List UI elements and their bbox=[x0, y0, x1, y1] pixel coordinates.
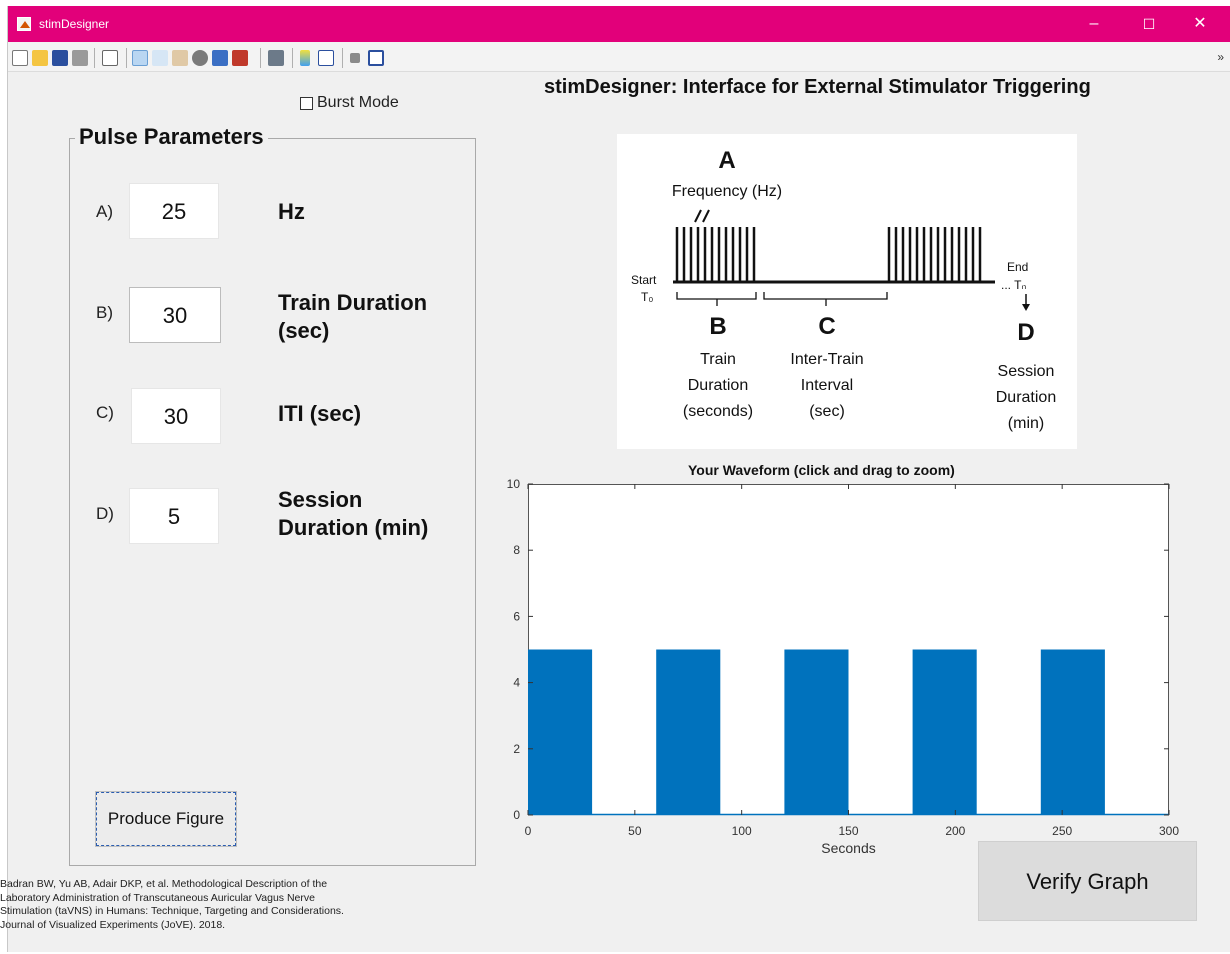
x-tick-label: 0 bbox=[525, 824, 532, 838]
citation-text: Badran BW, Yu AB, Adair DKP, et al. Meth… bbox=[0, 878, 410, 932]
diagram-t0-label: T₀ bbox=[641, 290, 653, 304]
figure-toolbar: » bbox=[8, 42, 1230, 72]
diagram-label-a: A bbox=[718, 147, 735, 174]
train-duration-label-line2: (sec) bbox=[278, 318, 330, 343]
diagram-b-text: (seconds) bbox=[683, 403, 753, 420]
y-tick-label: 4 bbox=[513, 676, 520, 690]
citation-line: Stimulation (taVNS) in Humans: Technique… bbox=[0, 905, 344, 917]
diagram-label-d: D bbox=[1017, 319, 1034, 346]
burst-mode-checkbox[interactable]: Burst Mode bbox=[300, 94, 399, 112]
train-duration-input[interactable]: 30 bbox=[129, 287, 221, 343]
x-tick-label: 100 bbox=[732, 824, 752, 838]
session-duration-label-line1: Session bbox=[278, 487, 363, 512]
waveform-pulse-block-5 bbox=[1040, 649, 1105, 815]
session-duration-label-line2: Duration (min) bbox=[278, 515, 429, 540]
matlab-icon bbox=[17, 17, 31, 31]
diagram-frequency-text: Frequency (Hz) bbox=[672, 183, 782, 200]
zoom-in-icon[interactable] bbox=[132, 50, 148, 66]
param-a-label: A) bbox=[96, 202, 113, 221]
diagram-svg: A Frequency (Hz) Start T₀ End ... Tₙ B T… bbox=[631, 147, 1056, 432]
pulse-train-2 bbox=[887, 227, 982, 282]
pulse-train-1 bbox=[675, 227, 756, 282]
waveform-pulse-block-2 bbox=[656, 649, 721, 815]
waveform-pulse-block-3 bbox=[784, 649, 849, 815]
frequency-input[interactable]: 25 bbox=[129, 183, 219, 239]
page-title: stimDesigner: Interface for External Sti… bbox=[544, 76, 1091, 98]
rotate-3d-icon[interactable] bbox=[192, 50, 208, 66]
window-title: stimDesigner bbox=[39, 17, 110, 31]
diagram-c-text: Inter-Train bbox=[790, 351, 863, 368]
pan-icon[interactable] bbox=[172, 50, 188, 66]
show-plot-tools-icon[interactable] bbox=[368, 50, 384, 66]
y-tick-label: 6 bbox=[513, 609, 520, 623]
diagram-label-c: C bbox=[818, 313, 835, 340]
maximize-button[interactable]: ☐ bbox=[1129, 11, 1169, 37]
diagram-label-b: B bbox=[709, 313, 726, 340]
diagram-end-label: End bbox=[1007, 260, 1028, 274]
frequency-unit-label: Hz bbox=[278, 199, 305, 224]
y-tick-label: 2 bbox=[513, 742, 520, 756]
save-icon[interactable] bbox=[52, 50, 68, 66]
citation-line: Laboratory Administration of Transcutane… bbox=[0, 891, 315, 904]
verify-graph-button[interactable]: Verify Graph bbox=[978, 841, 1197, 921]
iti-input[interactable]: 30 bbox=[131, 388, 221, 444]
train-duration-label-line1: Train Duration bbox=[278, 290, 428, 315]
diagram-b-text: Train bbox=[700, 351, 736, 368]
zoom-out-icon[interactable] bbox=[152, 50, 168, 66]
close-button[interactable]: ✕ bbox=[1180, 11, 1220, 37]
session-duration-label: Session Duration (min) bbox=[278, 486, 428, 542]
diagram-b-text: Duration bbox=[688, 377, 748, 394]
open-folder-icon[interactable] bbox=[32, 50, 48, 66]
waveform-chart[interactable]: 0 50 100 150 200 250 300 0 2 4 6 8 10 Seconds bbox=[498, 476, 1198, 876]
data-cursor-icon[interactable] bbox=[212, 50, 228, 66]
x-axis-label: Seconds bbox=[821, 840, 875, 856]
y-tick-label: 0 bbox=[513, 808, 520, 822]
x-tick-label: 250 bbox=[1052, 824, 1072, 838]
toolbar-overflow-icon[interactable]: » bbox=[1217, 50, 1224, 64]
param-d-label: D) bbox=[96, 504, 114, 523]
y-tick-label: 10 bbox=[507, 477, 521, 491]
pointer-icon[interactable] bbox=[102, 50, 118, 66]
diagram-d-text: (min) bbox=[1008, 415, 1044, 432]
citation-line: Journal of Visualized Experiments (JoVE)… bbox=[0, 918, 226, 931]
stimulation-diagram: A Frequency (Hz) Start T₀ End ... Tₙ B T… bbox=[617, 134, 1077, 449]
diagram-tn-label: ... Tₙ bbox=[1001, 278, 1026, 292]
iti-unit-label: ITI (sec) bbox=[278, 401, 362, 426]
train-duration-label: Train Duration (sec) bbox=[278, 289, 427, 345]
colorbar-icon[interactable] bbox=[300, 50, 310, 66]
hide-plot-tools-icon[interactable] bbox=[350, 53, 360, 63]
produce-figure-button[interactable]: Produce Figure bbox=[95, 791, 237, 847]
param-b-label: B) bbox=[96, 303, 113, 322]
title-bar[interactable]: stimDesigner – ☐ ✕ bbox=[8, 6, 1230, 42]
x-tick-label: 200 bbox=[945, 824, 965, 838]
minimize-button[interactable]: – bbox=[1074, 11, 1114, 37]
link-plot-icon[interactable] bbox=[268, 50, 284, 66]
y-tick-label: 8 bbox=[513, 543, 520, 557]
diagram-d-text: Duration bbox=[996, 389, 1056, 406]
brush-icon[interactable] bbox=[232, 50, 248, 66]
print-icon[interactable] bbox=[72, 50, 88, 66]
diagram-c-text: Interval bbox=[801, 377, 853, 394]
citation-line: Badran BW, Yu AB, Adair DKP, et al. Meth… bbox=[0, 878, 328, 890]
x-tick-label: 300 bbox=[1159, 824, 1179, 838]
diagram-d-text: Session bbox=[998, 363, 1055, 380]
checkbox-box[interactable] bbox=[300, 96, 313, 110]
burst-mode-label: Burst Mode bbox=[317, 94, 399, 111]
diagram-start-label: Start bbox=[631, 273, 657, 287]
diagram-c-text: (sec) bbox=[809, 403, 845, 420]
param-c-label: C) bbox=[96, 403, 114, 422]
x-tick-label: 150 bbox=[838, 824, 858, 838]
x-tick-label: 50 bbox=[628, 824, 642, 838]
legend-icon[interactable] bbox=[318, 50, 334, 66]
waveform-pulse-block-4 bbox=[912, 649, 977, 815]
session-duration-input[interactable]: 5 bbox=[129, 488, 219, 544]
pulse-parameters-title: Pulse Parameters bbox=[75, 124, 268, 150]
waveform-pulse-block-1 bbox=[528, 649, 593, 815]
new-file-icon[interactable] bbox=[12, 50, 28, 66]
